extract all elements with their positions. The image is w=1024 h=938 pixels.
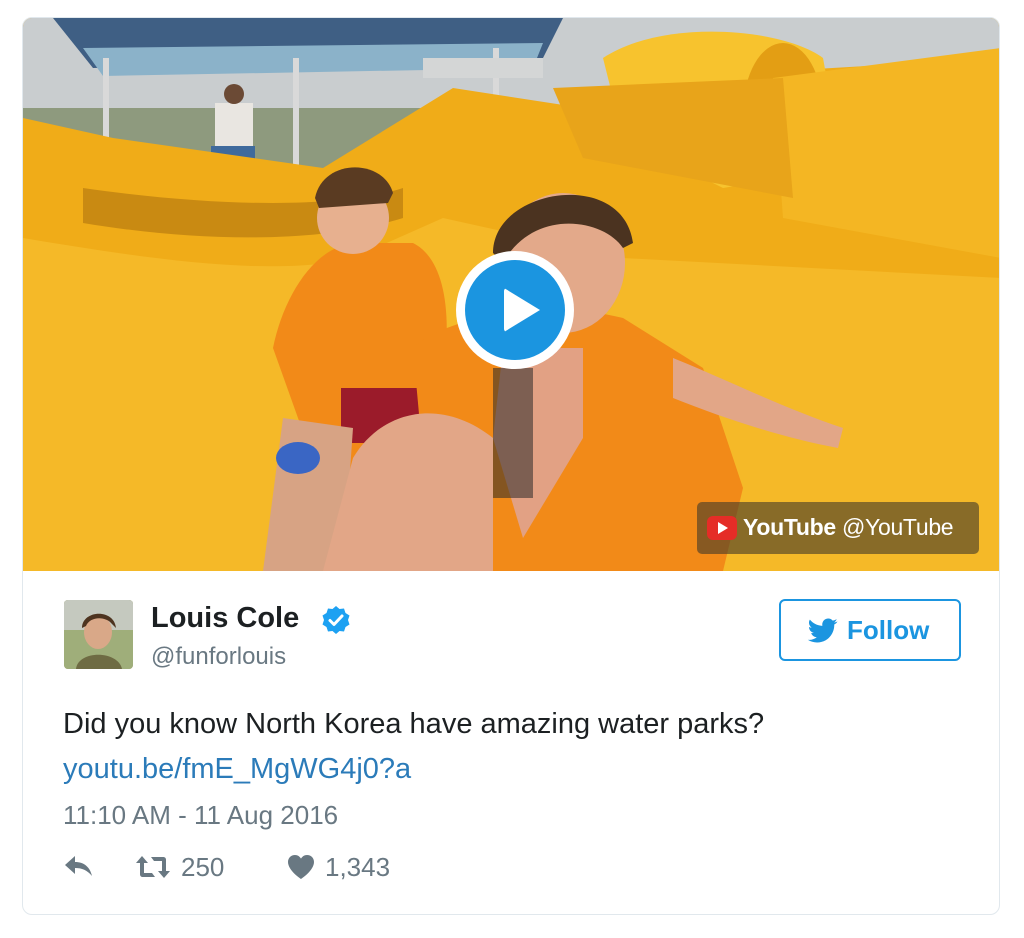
retweet-icon bbox=[136, 856, 170, 878]
retweet-button[interactable]: 250 bbox=[135, 850, 265, 886]
follow-button-label: Follow bbox=[847, 615, 930, 645]
tweet-text: Did you know North Korea have amazing wa… bbox=[63, 708, 765, 740]
play-button-circle bbox=[465, 260, 565, 360]
like-button[interactable]: 1,343 bbox=[287, 850, 417, 886]
author-handle[interactable]: @funforlouis bbox=[151, 643, 286, 671]
tweet-timestamp[interactable]: 11:10 AM - 11 Aug 2016 bbox=[63, 800, 338, 831]
author-name[interactable]: Louis Cole bbox=[151, 602, 299, 635]
tweet-link[interactable]: youtu.be/fmE_MgWG4j0?a bbox=[63, 753, 411, 786]
youtube-logo-icon bbox=[707, 516, 737, 540]
play-icon bbox=[504, 288, 540, 332]
avatar-image bbox=[64, 600, 133, 669]
reply-button[interactable] bbox=[63, 850, 103, 886]
verified-badge-icon bbox=[322, 606, 350, 634]
youtube-handle: @YouTube bbox=[841, 514, 954, 540]
like-count: 1,343 bbox=[325, 852, 391, 882]
retweet-count: 250 bbox=[181, 852, 225, 882]
youtube-brand: YouTube bbox=[743, 514, 836, 540]
heart-icon bbox=[288, 855, 314, 879]
youtube-attribution[interactable]: YouTube @YouTube bbox=[697, 502, 979, 554]
follow-button[interactable]: Follow bbox=[779, 599, 961, 661]
twitter-bird-icon bbox=[808, 618, 838, 643]
video-thumbnail[interactable]: YouTube @YouTube bbox=[23, 18, 999, 571]
avatar[interactable] bbox=[64, 600, 133, 669]
reply-icon bbox=[65, 856, 92, 876]
embedded-tweet-card: YouTube @YouTube Louis Cole @funforlouis… bbox=[22, 17, 1000, 915]
play-button[interactable] bbox=[456, 251, 574, 369]
youtube-attribution-text: YouTube @YouTube bbox=[743, 514, 954, 541]
